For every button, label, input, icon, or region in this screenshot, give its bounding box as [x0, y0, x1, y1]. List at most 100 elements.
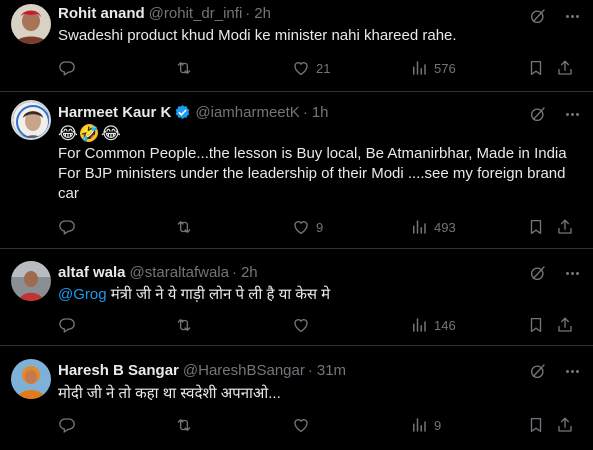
author-name[interactable]: Rohit anand: [58, 5, 145, 22]
heart-icon: [292, 416, 310, 434]
retweet-icon: [175, 316, 193, 334]
like-button[interactable]: 21: [292, 59, 330, 77]
heart-icon: [292, 59, 310, 77]
tweet-text-line: car: [58, 185, 79, 202]
views-button[interactable]: 493: [410, 218, 456, 236]
reply-icon: [58, 59, 76, 77]
share-button[interactable]: [556, 218, 574, 236]
bookmark-icon: [527, 316, 545, 334]
timestamp[interactable]: 2h: [254, 5, 271, 22]
tweet[interactable]: altaf wala @staraltafwala · 2h @Grog मंत…: [0, 249, 593, 346]
retweet-button[interactable]: [175, 316, 199, 334]
grok-icon[interactable]: [529, 105, 547, 123]
tweet-actions: 21 576: [58, 59, 585, 79]
share-icon: [556, 59, 574, 77]
tweet-text-line: For BJP ministers under the leadership o…: [58, 165, 566, 182]
avatar[interactable]: [11, 359, 51, 399]
like-button[interactable]: [292, 416, 316, 434]
views-button[interactable]: 146: [410, 316, 456, 334]
view-count: 146: [434, 317, 456, 333]
more-options-icon[interactable]: [562, 105, 582, 123]
tweet[interactable]: Haresh B Sangar @HareshBSangar · 31m मोद…: [0, 346, 593, 450]
verified-badge-icon: [176, 105, 190, 119]
reply-icon: [58, 316, 76, 334]
retweet-button[interactable]: [175, 59, 199, 77]
reply-button[interactable]: [58, 59, 82, 77]
view-count: 493: [434, 219, 456, 235]
reply-button[interactable]: [58, 218, 82, 236]
tweet[interactable]: Rohit anand @rohit_dr_infi · 2h Swadeshi…: [0, 0, 593, 92]
share-icon: [556, 316, 574, 334]
share-icon: [556, 416, 574, 434]
tweet-text: @Grog मंत्री जी ने ये गाड़ी लोन पे ली है…: [58, 285, 581, 305]
like-button[interactable]: 9: [292, 218, 323, 236]
tweet-feed: Rohit anand @rohit_dr_infi · 2h Swadeshi…: [0, 0, 593, 450]
reply-button[interactable]: [58, 316, 82, 334]
view-count: 9: [434, 417, 442, 433]
separator: ·: [302, 104, 308, 121]
tweet-text: मोदी जी ने तो कहा था स्वदेशी अपनाओ...: [58, 385, 281, 402]
tweet-text-content: मंत्री जी ने ये गाड़ी लोन पे ली है या के…: [106, 286, 331, 303]
bookmark-icon: [527, 218, 545, 236]
views-icon: [410, 316, 428, 334]
share-icon: [556, 218, 574, 236]
retweet-icon: [175, 218, 193, 236]
more-options-icon[interactable]: [562, 362, 582, 380]
retweet-icon: [175, 416, 193, 434]
like-count: 9: [316, 219, 324, 235]
reply-icon: [58, 416, 76, 434]
tweet-actions: 146: [58, 316, 585, 336]
bookmark-icon: [527, 416, 545, 434]
separator: ·: [245, 5, 251, 22]
view-count: 576: [434, 60, 456, 76]
heart-icon: [292, 316, 310, 334]
emoji-text: 😂🤣😂: [58, 124, 122, 143]
views-icon: [410, 218, 428, 236]
tweet[interactable]: Harmeet Kaur K @iamharmeetK · 1h 😂🤣😂 For…: [0, 92, 593, 249]
bookmark-button[interactable]: [527, 316, 545, 334]
retweet-button[interactable]: [175, 416, 199, 434]
author-handle[interactable]: @rohit_dr_infi: [149, 5, 243, 22]
share-button[interactable]: [556, 59, 574, 77]
timestamp[interactable]: 2h: [241, 264, 258, 281]
reply-icon: [58, 218, 76, 236]
author-name[interactable]: altaf wala: [58, 264, 126, 281]
tweet-actions: 9: [58, 416, 585, 436]
retweet-icon: [175, 59, 193, 77]
like-count: 21: [316, 60, 331, 76]
retweet-button[interactable]: [175, 218, 199, 236]
bookmark-icon: [527, 59, 545, 77]
bookmark-button[interactable]: [527, 416, 545, 434]
views-button[interactable]: 9: [410, 416, 441, 434]
author-name[interactable]: Harmeet Kaur K: [58, 104, 171, 121]
timestamp[interactable]: 31m: [317, 362, 346, 379]
avatar[interactable]: [11, 4, 51, 44]
bookmark-button[interactable]: [527, 218, 545, 236]
more-options-icon[interactable]: [562, 264, 582, 282]
heart-icon: [292, 218, 310, 236]
mention-link[interactable]: @Grog: [58, 286, 107, 303]
reply-button[interactable]: [58, 416, 82, 434]
views-button[interactable]: 576: [410, 59, 456, 77]
author-handle[interactable]: @staraltafwala: [130, 264, 229, 281]
separator: ·: [231, 264, 237, 281]
tweet-text: 😂🤣😂 For Common People...the lesson is Bu…: [58, 124, 581, 204]
grok-icon[interactable]: [529, 264, 547, 282]
author-handle[interactable]: @HareshBSangar: [183, 362, 305, 379]
avatar[interactable]: [11, 100, 51, 140]
like-button[interactable]: [292, 316, 316, 334]
author-handle[interactable]: @iamharmeetK: [195, 104, 299, 121]
more-options-icon[interactable]: [562, 7, 582, 25]
bookmark-button[interactable]: [527, 59, 545, 77]
tweet-actions: 9 493: [58, 218, 585, 238]
share-button[interactable]: [556, 316, 574, 334]
grok-icon[interactable]: [529, 362, 547, 380]
views-icon: [410, 416, 428, 434]
grok-icon[interactable]: [529, 7, 547, 25]
share-button[interactable]: [556, 416, 574, 434]
author-name[interactable]: Haresh B Sangar: [58, 362, 179, 379]
tweet-text-line: For Common People...the lesson is Buy lo…: [58, 145, 567, 162]
timestamp[interactable]: 1h: [312, 104, 329, 121]
separator: ·: [307, 362, 313, 379]
avatar[interactable]: [11, 261, 51, 301]
